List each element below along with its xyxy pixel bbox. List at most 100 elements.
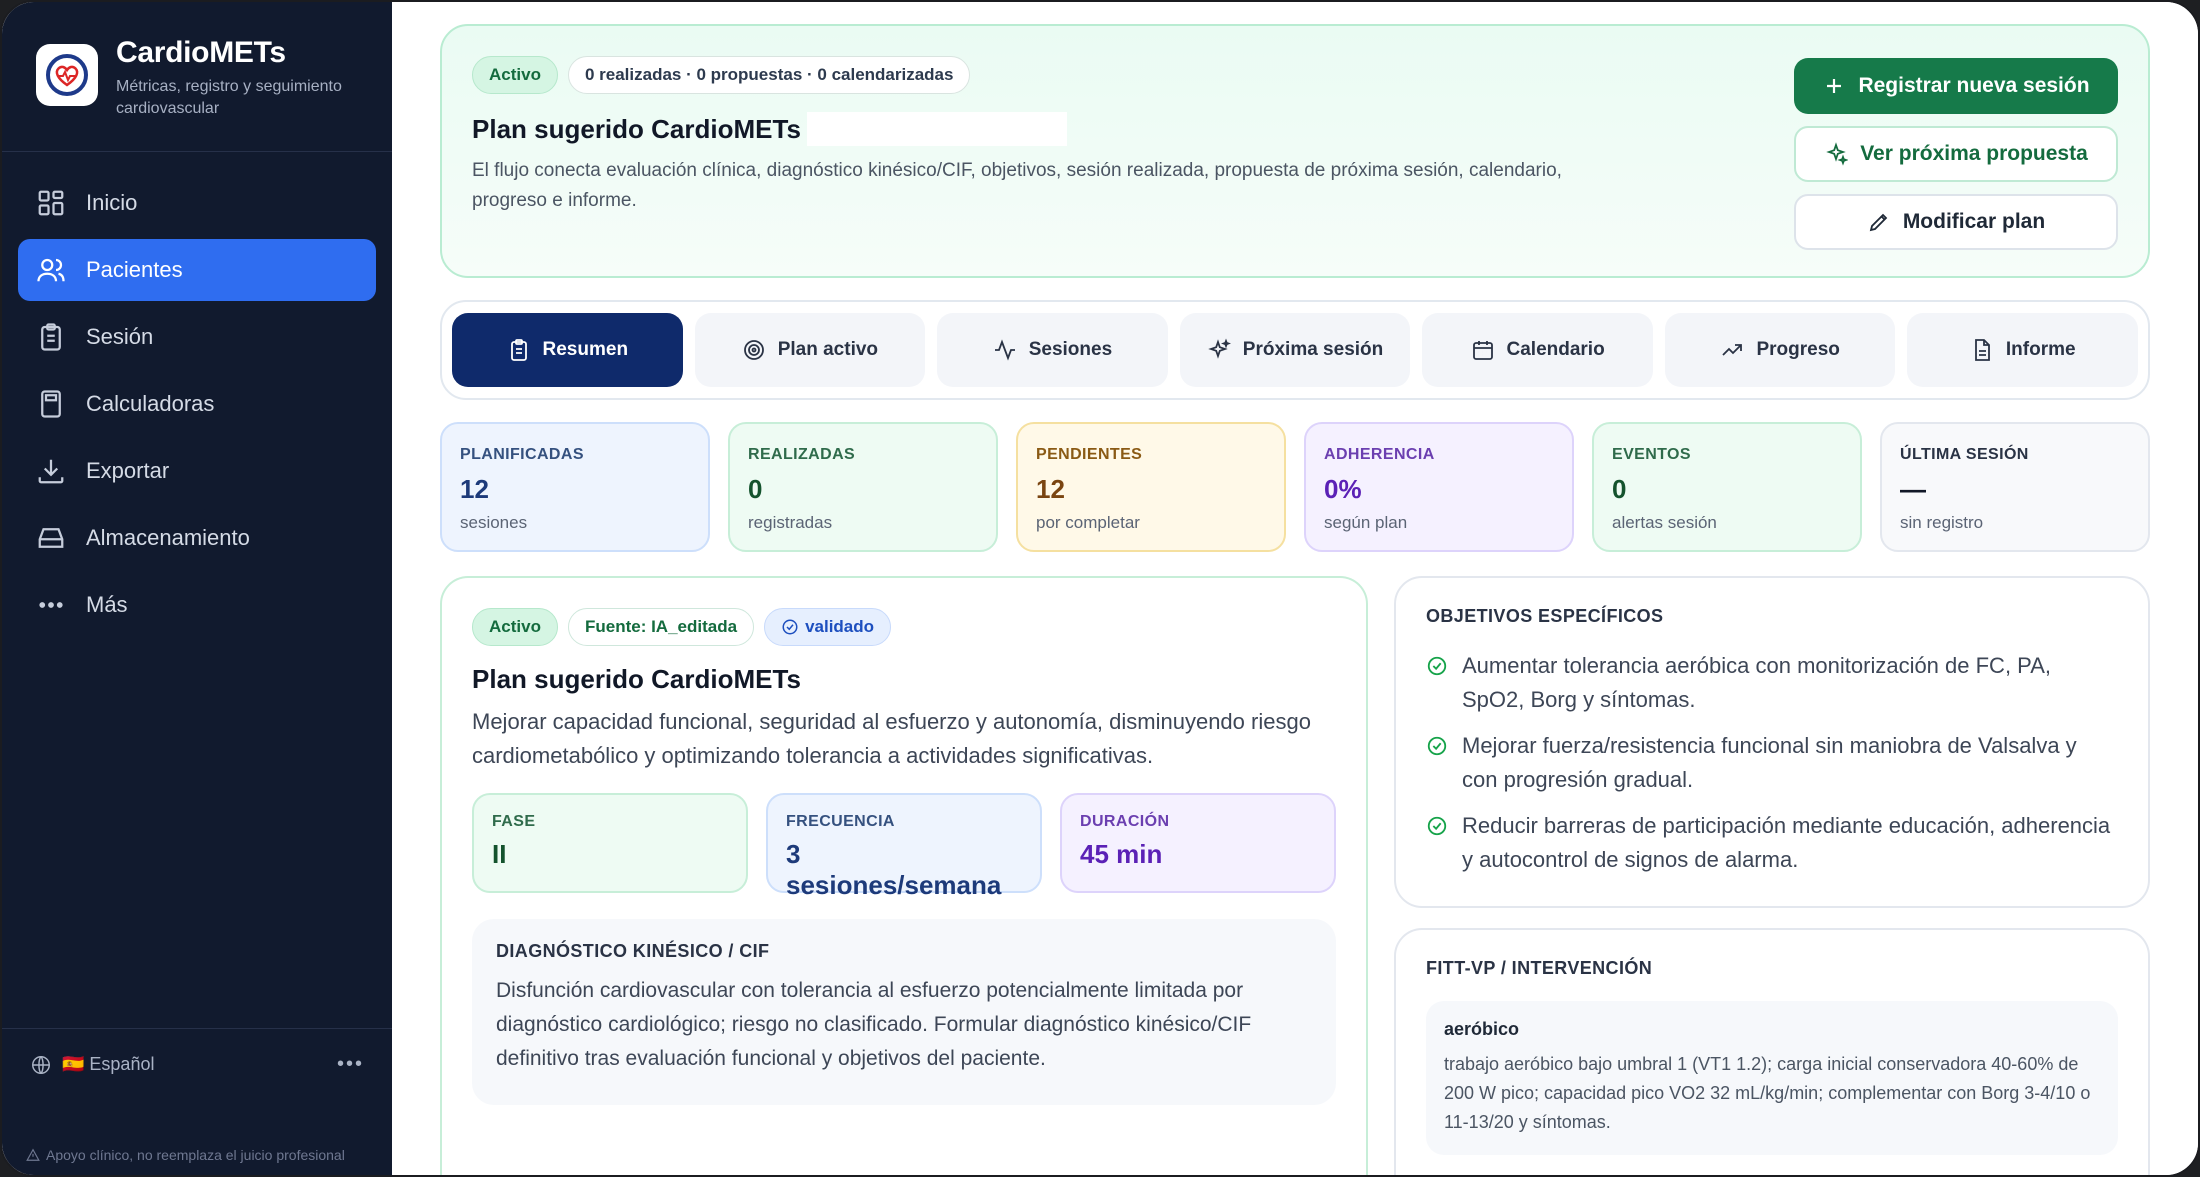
app-window: CardioMETs Métricas, registro y seguimie… bbox=[0, 0, 2200, 1177]
metric-duracion: DURACIÓN 45 min bbox=[1060, 793, 1336, 893]
stat-label: REALIZADAS bbox=[748, 446, 856, 463]
stat-card-planificadas: PLANIFICADAS 12 sesiones bbox=[440, 422, 710, 552]
tab-informe[interactable]: Informe bbox=[1907, 313, 2139, 387]
tab-label: Progreso bbox=[1756, 339, 1840, 360]
register-session-label: Registrar nueva sesión bbox=[1858, 74, 2090, 97]
modify-plan-button[interactable]: Modificar plan bbox=[1794, 194, 2118, 250]
check-circle-icon bbox=[1427, 816, 1447, 836]
metric-label: DURACIÓN bbox=[1080, 813, 1170, 830]
language-label: 🇪🇸 Español bbox=[62, 1054, 155, 1074]
stat-label: ADHERENCIA bbox=[1324, 446, 1435, 463]
stat-value: — bbox=[1900, 474, 1926, 504]
tab-label: Informe bbox=[2005, 339, 2076, 360]
objective-item: Mejorar fuerza/resistencia funcional sin… bbox=[1426, 729, 2118, 797]
storage-icon bbox=[38, 528, 64, 548]
objective-item: Reducir barreras de participación median… bbox=[1426, 809, 2118, 877]
lower-section: Activo Fuente: IA_editada validado Plan … bbox=[440, 576, 2150, 1175]
plan-source-badge: Fuente: IA_editada bbox=[567, 608, 755, 646]
clipboard-icon bbox=[510, 339, 527, 361]
stat-card-pendientes: PENDIENTES 12 por completar bbox=[1016, 422, 1286, 552]
file-icon bbox=[1975, 339, 1990, 361]
validated-badge: validado bbox=[764, 608, 892, 646]
stat-card-realizadas: REALIZADAS 0 registradas bbox=[728, 422, 998, 552]
sidebar-item-label: Pacientes bbox=[86, 257, 183, 282]
stat-value: 12 bbox=[1036, 474, 1065, 504]
tab-label: Próxima sesión bbox=[1242, 339, 1384, 360]
check-circle-icon bbox=[782, 619, 798, 635]
stat-sub: registradas bbox=[748, 513, 833, 532]
diagnosis-text: Disfunción cardiovascular con tolerancia… bbox=[496, 979, 1252, 1070]
stat-value: 0 bbox=[748, 474, 763, 504]
app-name: CardioMETs bbox=[116, 36, 286, 69]
grid-icon bbox=[38, 190, 64, 216]
diagnosis-box: DIAGNÓSTICO KINÉSICO / CIF Disfunción ca… bbox=[472, 919, 1336, 1105]
stat-value: 0% bbox=[1324, 474, 1362, 504]
view-next-proposal-button[interactable]: Ver próxima propuesta bbox=[1794, 126, 2118, 182]
session-counts-badge: 0 realizadas · 0 propuestas · 0 calendar… bbox=[567, 56, 971, 94]
stat-sub: por completar bbox=[1036, 513, 1140, 532]
stat-label: ÚLTIMA SESIÓN bbox=[1900, 446, 2029, 463]
sidebar-item-exportar[interactable]: Exportar bbox=[18, 440, 376, 502]
diagnosis-label: DIAGNÓSTICO KINÉSICO / CIF bbox=[496, 941, 770, 961]
tab-progreso[interactable]: Progreso bbox=[1664, 313, 1896, 387]
register-session-button[interactable]: Registrar nueva sesión bbox=[1794, 58, 2118, 114]
tab-label: Plan activo bbox=[777, 339, 879, 360]
plan-title: Plan sugerido CardioMETs bbox=[472, 664, 801, 694]
view-next-proposal-label: Ver próxima propuesta bbox=[1860, 142, 2088, 165]
brand-header: CardioMETs Métricas, registro y seguimie… bbox=[2, 2, 392, 152]
objectives-label: OBJETIVOS ESPECÍFICOS bbox=[1426, 606, 1664, 626]
tab-sesiones[interactable]: Sesiones bbox=[937, 313, 1168, 387]
sidebar-item-label: Sesión bbox=[86, 324, 154, 349]
sidebar-item-label: Calculadoras bbox=[86, 391, 215, 416]
calculator-icon bbox=[41, 390, 61, 418]
sidebar: CardioMETs Métricas, registro y seguimie… bbox=[2, 2, 392, 1175]
tab-calendario[interactable]: Calendario bbox=[1422, 313, 1653, 387]
sidebar-item-mas[interactable]: Más bbox=[18, 574, 376, 636]
fitt-aerobic-box: aeróbico trabajo aeróbico bajo umbral 1 … bbox=[1426, 1001, 2118, 1155]
metric-fase: FASE II bbox=[472, 793, 748, 893]
tab-label: Sesiones bbox=[1028, 339, 1113, 360]
status-badge: Activo bbox=[472, 56, 558, 94]
metric-label: FASE bbox=[492, 813, 536, 830]
sidebar-item-label: Inicio bbox=[86, 190, 138, 215]
sidebar-item-label: Almacenamiento bbox=[86, 525, 250, 550]
active-plan-card: Activo Fuente: IA_editada validado Plan … bbox=[440, 576, 1368, 1175]
metric-value: 3 sesiones/semana bbox=[786, 839, 1002, 900]
objective-text: Mejorar fuerza/resistencia funcional sin… bbox=[1462, 733, 2077, 792]
metric-frecuencia: FRECUENCIA 3 sesiones/semana bbox=[766, 793, 1042, 900]
sidebar-nav: Inicio Pacientes Sesión Calculadoras Exp… bbox=[2, 152, 392, 661]
more-options-icon[interactable]: ••• bbox=[337, 1053, 364, 1076]
tab-proxima-sesion[interactable]: Próxima sesión bbox=[1179, 313, 1411, 387]
sparkles-icon bbox=[1826, 142, 1849, 166]
warning-icon bbox=[26, 1148, 40, 1161]
tab-plan-activo[interactable]: Plan activo bbox=[694, 313, 926, 387]
sidebar-item-inicio[interactable]: Inicio bbox=[18, 172, 376, 234]
objective-text: Aumentar tolerancia aeróbica con monitor… bbox=[1462, 653, 2051, 712]
trending-up-icon bbox=[1722, 344, 1743, 356]
stat-sub: según plan bbox=[1324, 513, 1408, 532]
validated-label: validado bbox=[805, 617, 875, 636]
sidebar-item-label: Más bbox=[86, 592, 128, 617]
plan-description: Mejorar capacidad funcional, seguridad a… bbox=[472, 709, 1311, 768]
more-icon bbox=[39, 602, 63, 608]
sidebar-item-pacientes[interactable]: Pacientes bbox=[18, 239, 376, 301]
check-circle-icon bbox=[1427, 736, 1447, 756]
app-tagline: Métricas, registro y seguimiento cardiov… bbox=[116, 78, 342, 117]
globe-icon bbox=[32, 1055, 50, 1074]
tab-resumen[interactable]: Resumen bbox=[452, 313, 683, 387]
sidebar-item-sesion[interactable]: Sesión bbox=[18, 306, 376, 368]
objectives-card: OBJETIVOS ESPECÍFICOS Aumentar toleranci… bbox=[1394, 576, 2150, 908]
stat-card-adherencia: ADHERENCIA 0% según plan bbox=[1304, 422, 1574, 552]
metric-label: FRECUENCIA bbox=[786, 813, 895, 830]
sidebar-item-calculadoras[interactable]: Calculadoras bbox=[18, 373, 376, 435]
sidebar-item-almacenamiento[interactable]: Almacenamiento bbox=[18, 507, 376, 569]
tab-label: Calendario bbox=[1506, 339, 1605, 360]
stat-sub: sin registro bbox=[1900, 513, 1984, 532]
stat-sub: alertas sesión bbox=[1612, 513, 1717, 532]
main-content: Activo 0 realizadas · 0 propuestas · 0 c… bbox=[392, 2, 2198, 1175]
users-icon bbox=[37, 258, 65, 282]
app-logo bbox=[36, 44, 98, 106]
language-selector[interactable]: 🇪🇸 Español ••• bbox=[2, 1028, 392, 1100]
stat-label: PENDIENTES bbox=[1036, 446, 1143, 463]
fitt-card: FITT-VP / INTERVENCIÓN aeróbico trabajo … bbox=[1394, 928, 2150, 1175]
